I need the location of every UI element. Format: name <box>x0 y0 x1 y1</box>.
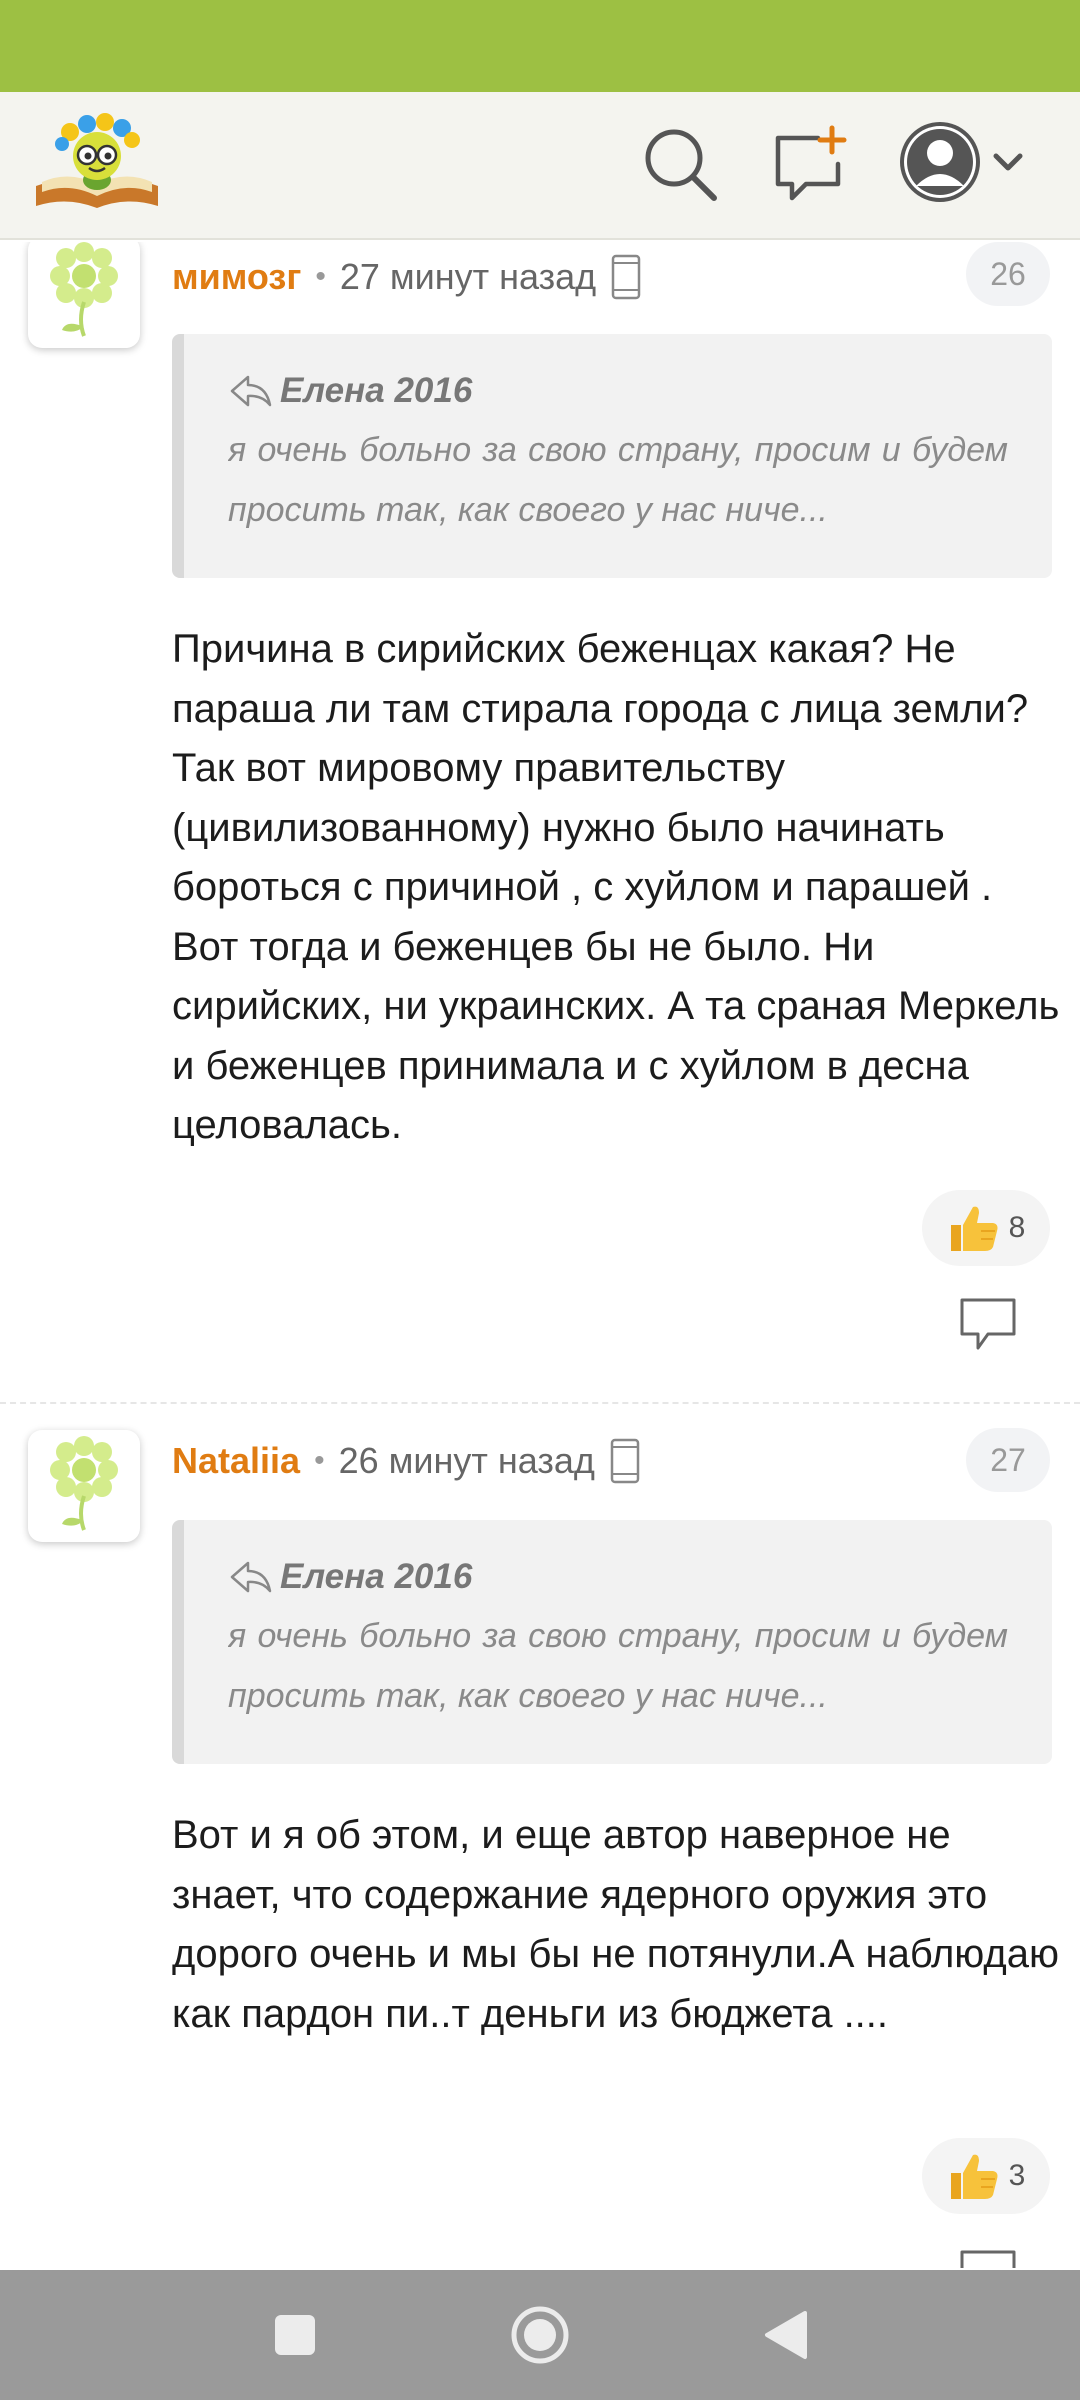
comment-time: 26 минут назад <box>338 1440 595 1481</box>
search-icon[interactable] <box>640 124 720 204</box>
comment-text: Причина в сирийских беженцах какая? Не п… <box>172 627 1060 1147</box>
comments-feed[interactable]: мимозг • 27 минут назад 26 Елена 2016 я … <box>0 242 1080 2268</box>
separator-dot: • <box>314 1444 325 1477</box>
comment-divider <box>0 1402 1080 1404</box>
quote-author-row: Елена 2016 <box>228 1554 1008 1600</box>
comment-number-badge[interactable]: 26 <box>966 242 1050 306</box>
quote-author: Елена 2016 <box>280 371 473 410</box>
circle-icon <box>511 2306 569 2364</box>
quoted-reply[interactable]: Елена 2016 я очень больно за свою страну… <box>172 334 1052 578</box>
like-button[interactable]: 8 <box>922 1190 1050 1266</box>
profile-menu-button[interactable] <box>900 120 1040 210</box>
like-count: 8 <box>1008 1211 1026 1244</box>
triangle-back-icon <box>765 2311 807 2359</box>
quote-author: Елена 2016 <box>280 1557 473 1596</box>
square-icon <box>275 2315 315 2355</box>
mobile-device-icon <box>610 1438 640 1484</box>
comment-header: мимозг • 27 минут назад <box>172 252 642 302</box>
thumbs-up-icon <box>950 1206 998 1251</box>
comment-author[interactable]: мимозг <box>172 256 301 298</box>
comment-avatar[interactable] <box>28 1430 140 1542</box>
comment-bubble-icon <box>960 2250 1016 2268</box>
comment-bubble-icon <box>960 1298 1016 1350</box>
reply-button[interactable] <box>958 2248 1018 2268</box>
quoted-reply[interactable]: Елена 2016 я очень больно за свою страну… <box>172 1520 1052 1764</box>
chevron-down-icon <box>993 153 1023 171</box>
user-avatar-icon <box>900 122 980 202</box>
bookworm-logo-icon[interactable] <box>32 108 162 218</box>
mobile-device-icon <box>611 254 641 300</box>
flower-icon <box>50 1436 118 1531</box>
separator-dot: • <box>315 260 326 293</box>
comment-author[interactable]: Nataliia <box>172 1440 300 1482</box>
reply-arrow-icon <box>230 375 272 407</box>
recents-button[interactable] <box>255 2295 335 2375</box>
comment-header: Nataliia • 26 минут назад <box>172 1436 641 1486</box>
like-count: 3 <box>1008 2159 1026 2192</box>
add-comment-icon[interactable] <box>770 124 850 204</box>
reply-button[interactable] <box>958 1296 1018 1352</box>
comment-avatar[interactable] <box>28 242 140 348</box>
comment-time: 27 минут назад <box>339 256 597 297</box>
system-navigation-bar <box>0 2270 1080 2400</box>
app-header <box>0 92 1080 240</box>
quote-text: я очень больно за свою страну, просим и … <box>228 1617 1008 1715</box>
quote-author-row: Елена 2016 <box>228 368 1008 414</box>
flower-icon <box>50 242 118 337</box>
home-button[interactable] <box>500 2295 580 2375</box>
back-button[interactable] <box>745 2295 825 2375</box>
like-button[interactable]: 3 <box>922 2138 1050 2214</box>
status-bar <box>0 0 1080 92</box>
comment-number-badge[interactable]: 27 <box>966 1428 1050 1492</box>
reply-arrow-icon <box>230 1561 272 1593</box>
comment-text: Вот и я об этом, и еще автор наверное не… <box>172 1813 1059 2036</box>
thumbs-up-icon <box>950 2154 998 2199</box>
quote-text: я очень больно за свою страну, просим и … <box>228 431 1008 529</box>
